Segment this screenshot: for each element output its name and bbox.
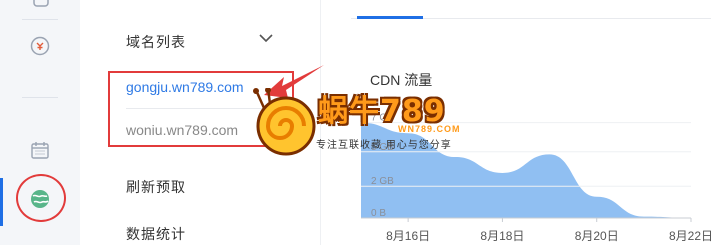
x-tick-label: 8月20日 [575,229,619,243]
calendar-icon[interactable] [30,140,50,160]
chevron-down-icon[interactable] [258,30,274,46]
x-tick-label: 8月22日 [669,229,711,243]
x-tick-label: 8月16日 [386,229,430,243]
app-window: 域名列表 gongju.wn789.com woniu.wn789.com 刷新… [0,0,711,245]
sidebar-item-statistics[interactable]: 数据统计 [126,224,186,244]
y-tick-label: 0 B [371,208,386,219]
rail-divider [22,97,58,98]
logo-url: WN789.COM [398,124,461,134]
highlight-circle [16,174,66,222]
x-tick-label: 8月18日 [480,229,524,243]
rail-divider [22,19,58,20]
icon-rail [0,0,81,245]
sidebar-item-refresh-prefetch[interactable]: 刷新预取 [126,177,186,197]
panel-icon[interactable] [32,0,50,10]
logo-slogan: 专注互联收藏 用心与您分享 [316,140,452,151]
y-tick-label: 2 GB [371,176,394,187]
coin-icon[interactable] [29,35,51,57]
rail-active-indicator [0,178,3,226]
site-logo: 蜗牛789 WN789.COM 专注互联收藏 用心与您分享 [248,80,478,160]
domain-list-title[interactable]: 域名列表 [126,32,186,52]
snail-logo-icon [253,88,316,156]
